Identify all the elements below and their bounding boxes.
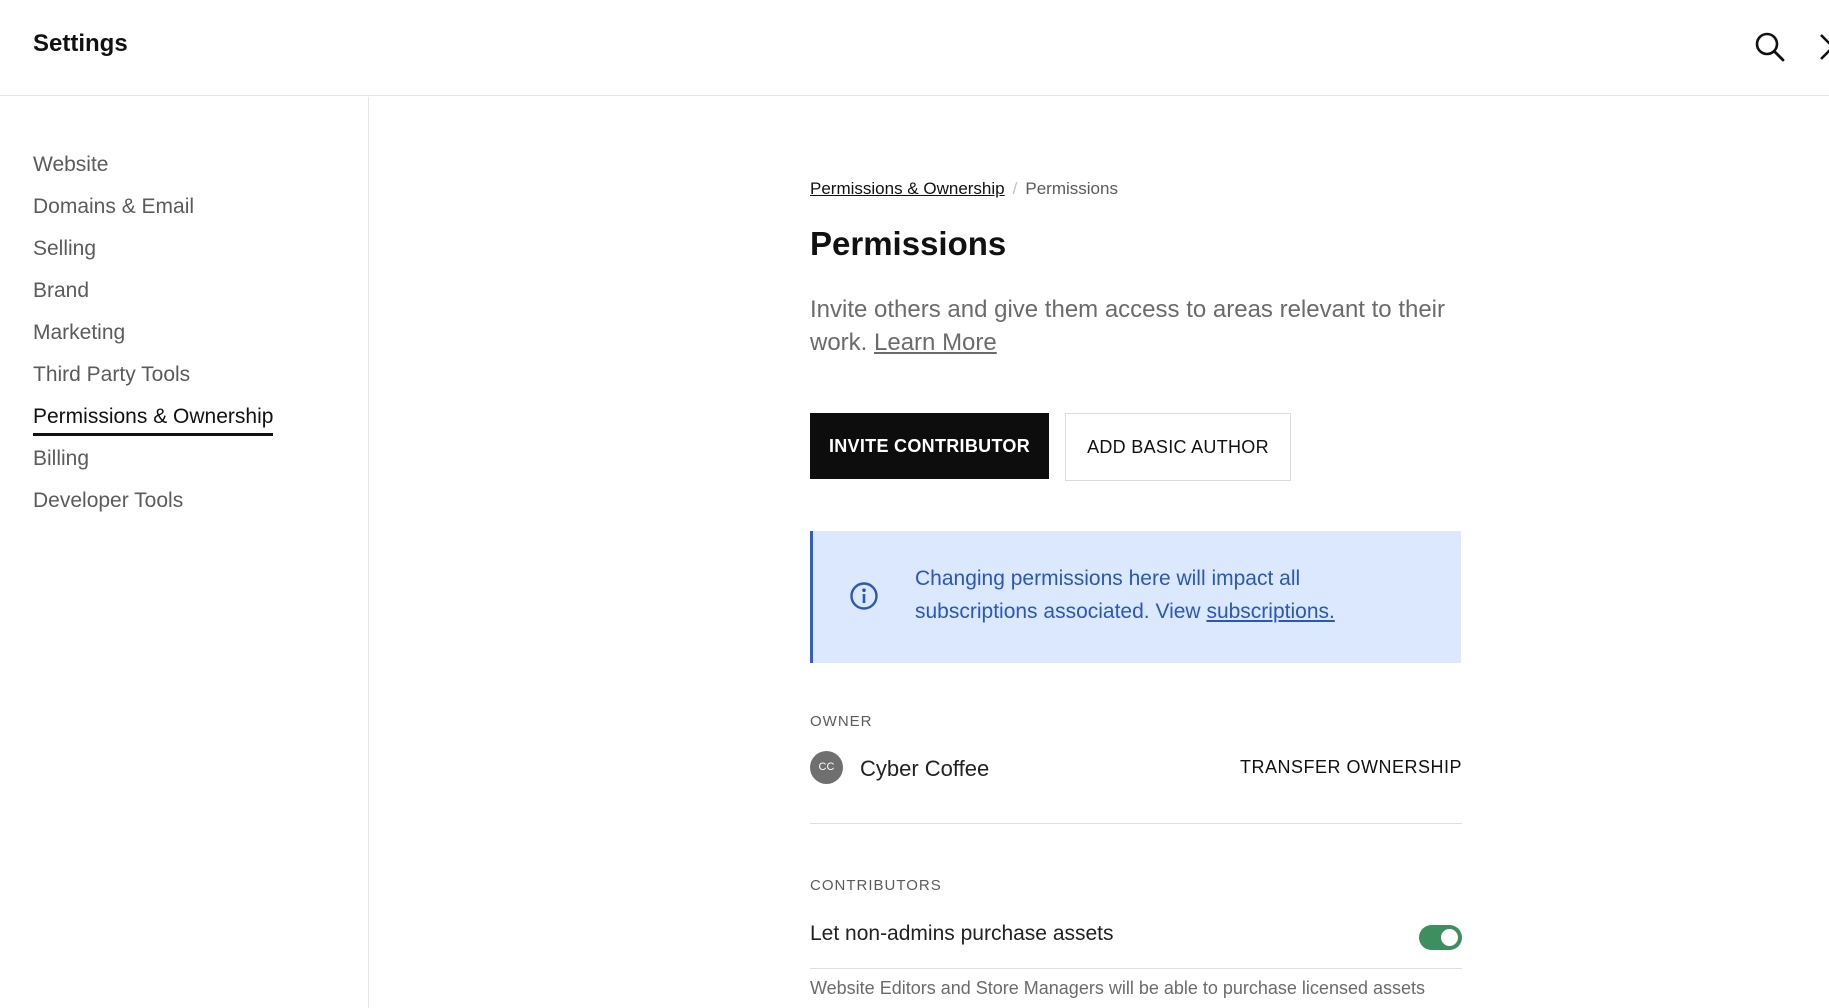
sidebar-item-developer-tools[interactable]: Developer Tools bbox=[33, 488, 273, 530]
page-description: Invite others and give them access to ar… bbox=[810, 293, 1462, 359]
owner-name: Cyber Coffee bbox=[860, 756, 990, 781]
purchase-assets-label: Let non-admins purchase assets bbox=[810, 922, 1114, 945]
close-icon[interactable] bbox=[1818, 32, 1829, 62]
subscriptions-link[interactable]: subscriptions. bbox=[1206, 600, 1334, 623]
info-icon bbox=[849, 581, 879, 611]
transfer-ownership-button[interactable]: TRANSFER OWNERSHIP bbox=[1240, 757, 1462, 778]
avatar: CC bbox=[810, 751, 843, 784]
learn-more-link[interactable]: Learn More bbox=[874, 329, 997, 356]
purchase-assets-row: Let non-admins purchase assets bbox=[810, 909, 1462, 969]
sidebar-item-marketing[interactable]: Marketing bbox=[33, 320, 273, 362]
breadcrumb-separator: / bbox=[1012, 179, 1018, 198]
page-header-title: Settings bbox=[33, 30, 128, 57]
owner-section-label: OWNER bbox=[810, 713, 873, 730]
sidebar-item-third-party-tools[interactable]: Third Party Tools bbox=[33, 362, 273, 404]
owner-row: CC Cyber Coffee TRANSFER OWNERSHIP bbox=[810, 751, 1462, 824]
add-basic-author-button[interactable]: ADD BASIC AUTHOR bbox=[1065, 413, 1291, 481]
settings-nav: Website Domains & Email Selling Brand Ma… bbox=[33, 152, 274, 530]
sidebar-item-domains-email[interactable]: Domains & Email bbox=[33, 194, 273, 236]
permissions-notice: Changing permissions here will impact al… bbox=[810, 531, 1461, 663]
page-title: Permissions bbox=[810, 225, 1007, 262]
notice-message: Changing permissions here will impact al… bbox=[915, 562, 1395, 628]
search-icon[interactable] bbox=[1753, 30, 1787, 64]
breadcrumb: Permissions & Ownership / Permissions bbox=[810, 179, 1118, 199]
contributors-section-label: CONTRIBUTORS bbox=[810, 877, 942, 894]
invite-contributor-button[interactable]: INVITE CONTRIBUTOR bbox=[810, 413, 1049, 479]
sidebar-item-billing[interactable]: Billing bbox=[33, 446, 273, 488]
top-bar: Settings bbox=[0, 0, 1829, 96]
sidebar-item-selling[interactable]: Selling bbox=[33, 236, 273, 278]
breadcrumb-parent-link[interactable]: Permissions & Ownership bbox=[810, 179, 1005, 198]
settings-sidebar: Website Domains & Email Selling Brand Ma… bbox=[0, 97, 369, 1008]
sidebar-item-website[interactable]: Website bbox=[33, 152, 273, 194]
sidebar-item-permissions-ownership[interactable]: Permissions & Ownership bbox=[33, 404, 274, 446]
breadcrumb-current: Permissions bbox=[1025, 179, 1118, 198]
toggle-knob bbox=[1441, 929, 1458, 946]
sidebar-item-brand[interactable]: Brand bbox=[33, 278, 273, 320]
purchase-assets-help: Website Editors and Store Managers will … bbox=[810, 978, 1425, 998]
purchase-assets-toggle[interactable] bbox=[1419, 925, 1462, 950]
